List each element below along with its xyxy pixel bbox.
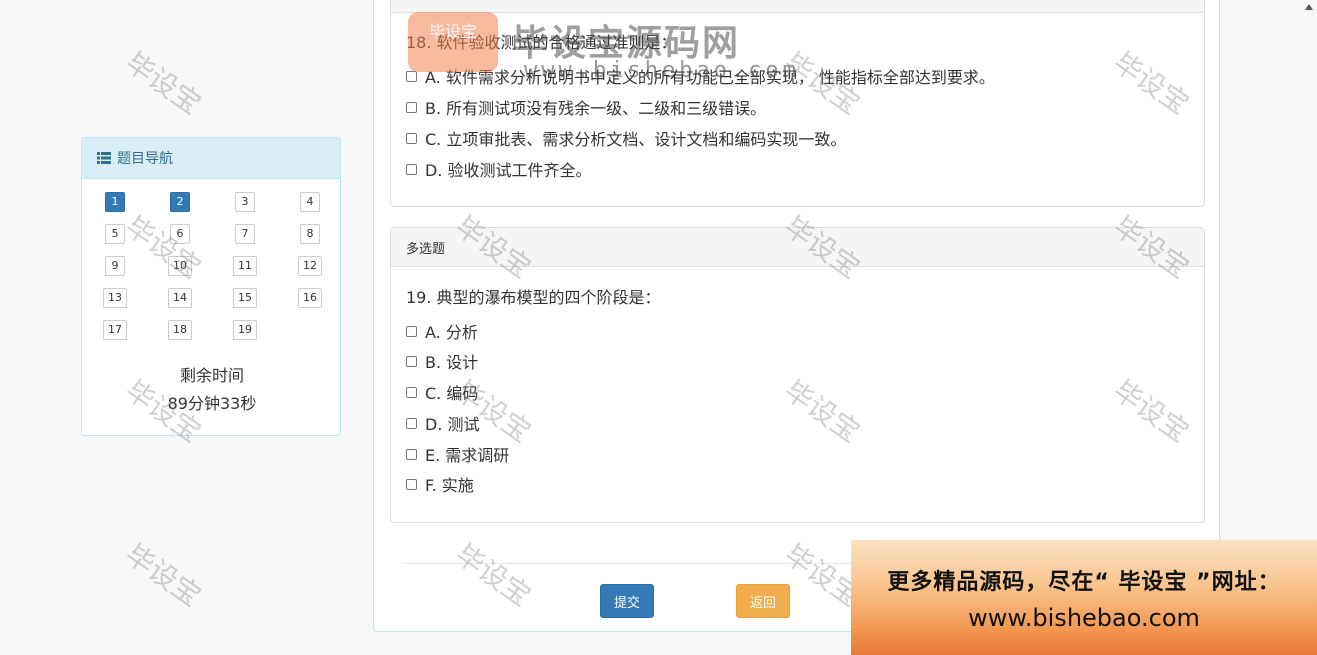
timer-label: 剩余时间 [179, 366, 244, 385]
question-18-option-d[interactable]: D. 验收测试工件齐全。 [406, 157, 592, 181]
option-label: A. 分析 [425, 323, 478, 342]
checkbox[interactable] [406, 70, 417, 82]
question-panel-18-heading [391, 0, 1204, 13]
question-nav-button-1[interactable]: 1 [105, 192, 125, 212]
question-19-option-a[interactable]: A. 分析 [406, 319, 478, 343]
question-nav-button-4[interactable]: 4 [300, 192, 320, 212]
question-nav-button-19[interactable]: 19 [233, 320, 257, 340]
promo-url: www.bishebao.com [968, 603, 1200, 632]
scroll-up-arrow-icon[interactable] [1304, 2, 1314, 12]
question-panel-19-heading: 多选题 [391, 228, 1204, 267]
option-label: E. 需求调研 [425, 446, 510, 465]
submit-button[interactable]: 提交 [600, 584, 654, 618]
option-label: B. 设计 [425, 353, 479, 372]
promo-banner: 更多精品源码，尽在“ 毕设宝 ”网址： www.bishebao.com [851, 540, 1317, 655]
question-nav-button-9[interactable]: 9 [105, 256, 125, 276]
question-18-option-b[interactable]: B. 所有测试项没有残余一级、二级和三级错误。 [406, 95, 766, 119]
checkbox[interactable] [406, 478, 417, 490]
back-button[interactable]: 返回 [736, 584, 790, 618]
promo-tagline: 更多精品源码，尽在“ 毕设宝 ”网址： [887, 569, 1281, 595]
question-19-option-b[interactable]: B. 设计 [406, 349, 478, 373]
question-nav-button-2[interactable]: 2 [170, 192, 190, 212]
option-label: C. 编码 [425, 384, 479, 403]
checkbox[interactable] [406, 132, 417, 144]
question-nav-button-5[interactable]: 5 [105, 224, 125, 244]
question-panel-18: 18. 软件验收测试的合格通过准则是： A. 软件需求分析说明书中定义的所有功能… [390, 0, 1205, 207]
question-nav-button-15[interactable]: 15 [233, 288, 257, 308]
option-label: A. 软件需求分析说明书中定义的所有功能已全部实现， 性能指标全部达到要求。 [425, 68, 995, 87]
watermark-text: 毕设宝 [119, 537, 208, 613]
question-nav-button-13[interactable]: 13 [103, 288, 127, 308]
watermark-text: 毕设宝 [119, 45, 208, 121]
checkbox[interactable] [406, 386, 417, 398]
question-nav-button-3[interactable]: 3 [235, 192, 255, 212]
question-18-option-c[interactable]: C. 立项审批表、需求分析文档、设计文档和编码实现一致。 [406, 126, 846, 150]
timer-value: 89分钟33秒 [167, 394, 257, 413]
question-nav-button-7[interactable]: 7 [235, 224, 255, 244]
checkbox[interactable] [406, 101, 417, 113]
checkbox[interactable] [406, 163, 417, 175]
question-nav-button-6[interactable]: 6 [170, 224, 190, 244]
question-19-option-f[interactable]: F. 实施 [406, 472, 474, 496]
question-nav-button-14[interactable]: 14 [168, 288, 192, 308]
question-nav-button-12[interactable]: 12 [298, 256, 322, 276]
question-19-option-e[interactable]: E. 需求调研 [406, 442, 509, 466]
question-nav-title: 题目导航 [117, 151, 173, 167]
option-label: C. 立项审批表、需求分析文档、设计文档和编码实现一致。 [425, 130, 847, 149]
question-18-option-a[interactable]: A. 软件需求分析说明书中定义的所有功能已全部实现， 性能指标全部达到要求。 [406, 64, 995, 88]
question-panel-19: 多选题 19. 典型的瀑布模型的四个阶段是： A. 分析 B. 设计 C. 编码… [390, 227, 1205, 523]
question-nav-button-18[interactable]: 18 [168, 320, 192, 340]
question-nav-button-10[interactable]: 10 [168, 256, 192, 276]
question-nav-panel: 题目导航 1 2 3 4 5 6 7 8 9 10 11 12 13 14 15 16 17 18 19 剩余时间 … [81, 137, 341, 436]
question-nav-button-8[interactable]: 8 [300, 224, 320, 244]
checkbox[interactable] [406, 448, 417, 460]
question-18-text: 18. 软件验收测试的合格通过准则是： [406, 33, 677, 52]
checkbox[interactable] [406, 417, 417, 429]
option-label: B. 所有测试项没有残余一级、二级和三级错误。 [425, 99, 767, 118]
question-nav-button-11[interactable]: 11 [233, 256, 257, 276]
question-nav-button-17[interactable]: 17 [103, 320, 127, 340]
question-19-option-c[interactable]: C. 编码 [406, 380, 478, 404]
checkbox[interactable] [406, 355, 417, 367]
question-nav-button-16[interactable]: 16 [298, 288, 322, 308]
question-nav-heading: 题目导航 [82, 138, 340, 179]
option-label: D. 测试 [425, 415, 480, 434]
option-label: F. 实施 [425, 476, 474, 495]
checkbox[interactable] [406, 325, 417, 337]
question-19-text: 19. 典型的瀑布模型的四个阶段是： [406, 288, 661, 307]
option-label: D. 验收测试工件齐全。 [425, 161, 592, 180]
question-19-option-d[interactable]: D. 测试 [406, 411, 480, 435]
list-icon [97, 152, 111, 164]
exam-main-container: 18. 软件验收测试的合格通过准则是： A. 软件需求分析说明书中定义的所有功能… [373, 0, 1220, 632]
